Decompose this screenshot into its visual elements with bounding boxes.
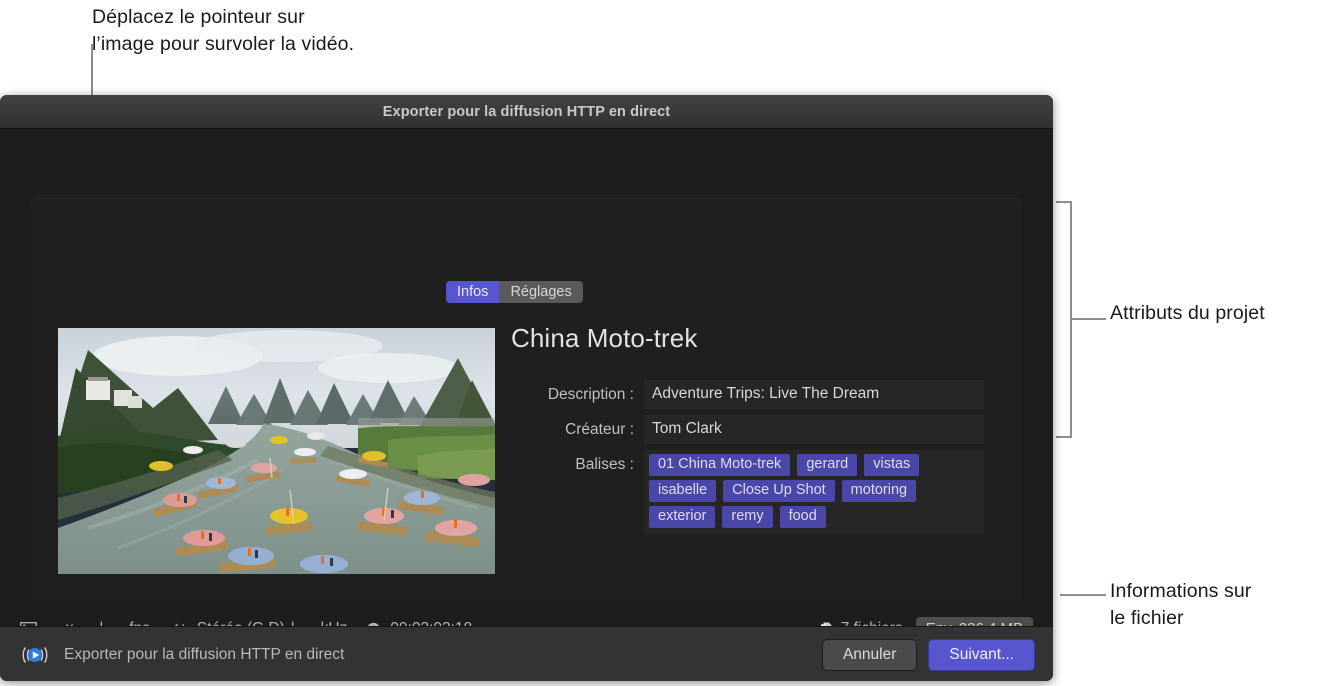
cancel-button[interactable]: Annuler [822, 639, 917, 671]
annotation-project-attributes: Attributs du projet [1110, 300, 1265, 327]
tags-container[interactable]: 01 China Moto-trek gerard vistas isabell… [644, 450, 984, 534]
tab-infos[interactable]: Infos [446, 281, 499, 303]
field-label-description: Description : [511, 380, 644, 404]
leader-line-file-information [1060, 594, 1106, 596]
dialog-footer: Exporter pour la diffusion HTTP en direc… [0, 626, 1053, 681]
dialog-body: Infos Réglages [0, 129, 1053, 681]
tag-item[interactable]: exterior [649, 506, 715, 528]
leader-line-project-attributes [1072, 318, 1106, 320]
next-button[interactable]: Suivant... [928, 639, 1035, 671]
project-metadata: China Moto-trek Description : Adventure … [511, 323, 1011, 540]
export-dialog-window: Exporter pour la diffusion HTTP en direc… [0, 95, 1053, 681]
tag-item[interactable]: 01 China Moto-trek [649, 454, 790, 476]
project-title: China Moto-trek [511, 323, 1011, 354]
field-value-creator[interactable]: Tom Clark [644, 415, 984, 444]
video-thumbnail[interactable] [58, 328, 495, 574]
tag-item[interactable]: motoring [842, 480, 916, 502]
destination-label: Exporter pour la diffusion HTTP en direc… [64, 646, 344, 664]
tag-item[interactable]: Close Up Shot [723, 480, 835, 502]
bracket-project-attributes [1056, 201, 1072, 438]
tag-item[interactable]: isabelle [649, 480, 716, 502]
field-value-description[interactable]: Adventure Trips: Live The Dream [644, 380, 984, 409]
field-tags-row: Balises : 01 China Moto-trek gerard vist… [511, 450, 1011, 534]
live-broadcast-icon [18, 644, 52, 666]
field-label-tags: Balises : [511, 450, 644, 474]
thumbnail-image [58, 328, 495, 574]
dialog-title: Exporter pour la diffusion HTTP en direc… [383, 104, 670, 120]
annotation-file-information: Informations sur le fichier [1110, 578, 1251, 632]
tag-item[interactable]: food [780, 506, 826, 528]
footer-buttons: Annuler Suivant... [822, 639, 1035, 671]
annotation-pointer-hint: Déplacez le pointeur sur l’image pour su… [92, 4, 354, 58]
tag-item[interactable]: vistas [864, 454, 919, 476]
dialog-titlebar: Exporter pour la diffusion HTTP en direc… [0, 95, 1053, 129]
field-description-row: Description : Adventure Trips: Live The … [511, 380, 1011, 409]
tab-group: Infos Réglages [446, 281, 583, 303]
tag-item[interactable]: gerard [797, 454, 857, 476]
tab-reglages[interactable]: Réglages [499, 281, 582, 303]
screenshot-root: Déplacez le pointeur sur l’image pour su… [0, 0, 1322, 686]
tag-item[interactable]: remy [722, 506, 772, 528]
field-creator-row: Créateur : Tom Clark [511, 415, 1011, 444]
field-label-creator: Créateur : [511, 415, 644, 439]
